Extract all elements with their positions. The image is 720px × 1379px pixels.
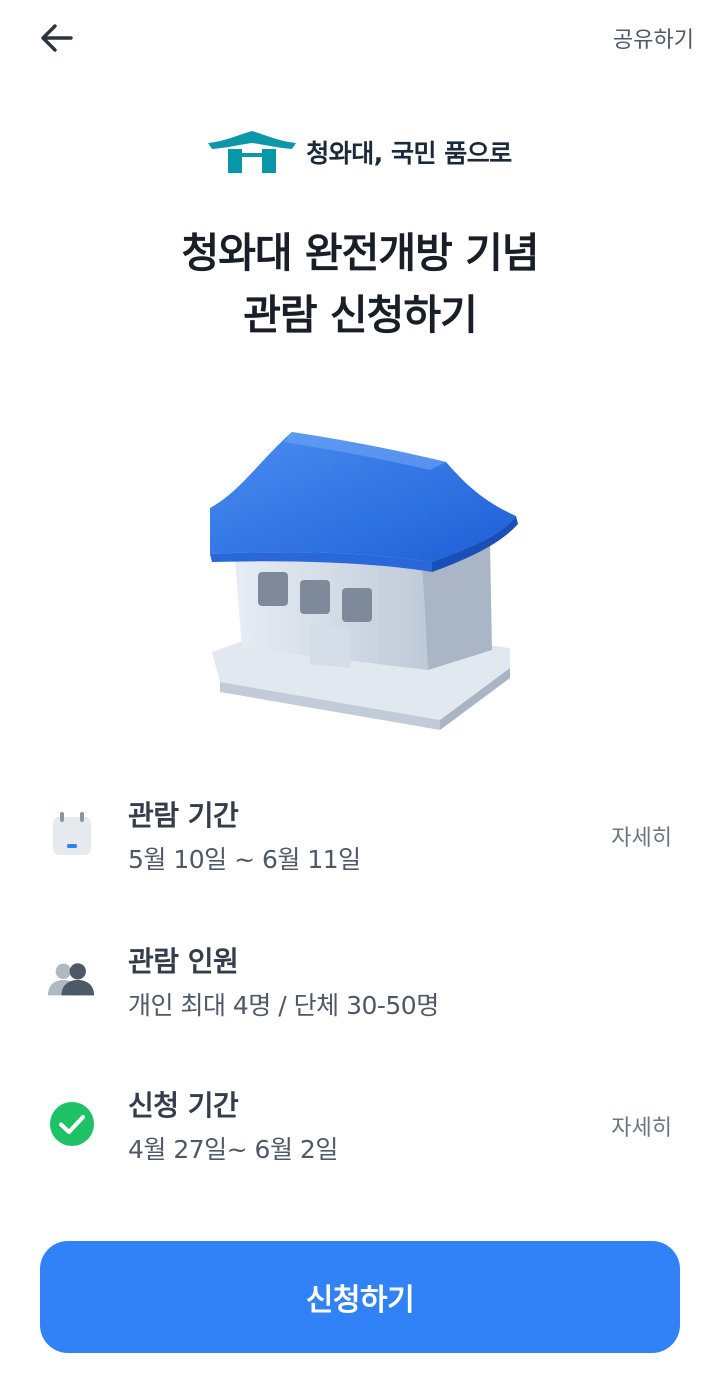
house-illustration-icon (210, 432, 518, 730)
brand-name: 청와대, 국민 품으로 (306, 139, 512, 168)
info-row-application-period: 신청 기간 4월 27일~ 6월 2일 자세히 (0, 1078, 720, 1178)
page-title-line-1: 청와대 완전개방 기념 (181, 229, 539, 277)
back-button[interactable] (28, 14, 84, 62)
detail-link[interactable]: 자세히 (611, 1110, 672, 1142)
info-row-visitors: 관람 인원 개인 최대 4명 / 단체 30-50명 (0, 934, 720, 1034)
hero-illustration (200, 420, 530, 740)
info-label: 관람 인원 (128, 945, 239, 978)
calendar-icon (48, 810, 96, 858)
page-title-line-2: 관람 신청하기 (243, 291, 478, 339)
brand-lockup: 청와대, 국민 품으로 (0, 128, 720, 176)
arrow-left-icon (41, 24, 73, 52)
info-value: 5월 10일 ~ 6월 11일 (128, 845, 361, 874)
people-icon (48, 956, 96, 1004)
check-circle-icon (48, 1100, 96, 1148)
info-label: 신청 기간 (128, 1089, 239, 1122)
info-row-visit-period: 관람 기간 5월 10일 ~ 6월 11일 자세히 (0, 788, 720, 888)
share-button[interactable]: 공유하기 (613, 22, 694, 54)
info-value: 4월 27일~ 6월 2일 (128, 1135, 338, 1164)
blue-house-logo-icon (208, 131, 297, 173)
info-value: 개인 최대 4명 / 단체 30-50명 (128, 991, 439, 1020)
info-label: 관람 기간 (128, 799, 239, 832)
page-title: 청와대 완전개방 기념 관람 신청하기 (0, 222, 720, 346)
top-bar: 공유하기 (0, 0, 720, 80)
detail-link[interactable]: 자세히 (611, 820, 672, 852)
apply-button[interactable]: 신청하기 (40, 1241, 680, 1353)
